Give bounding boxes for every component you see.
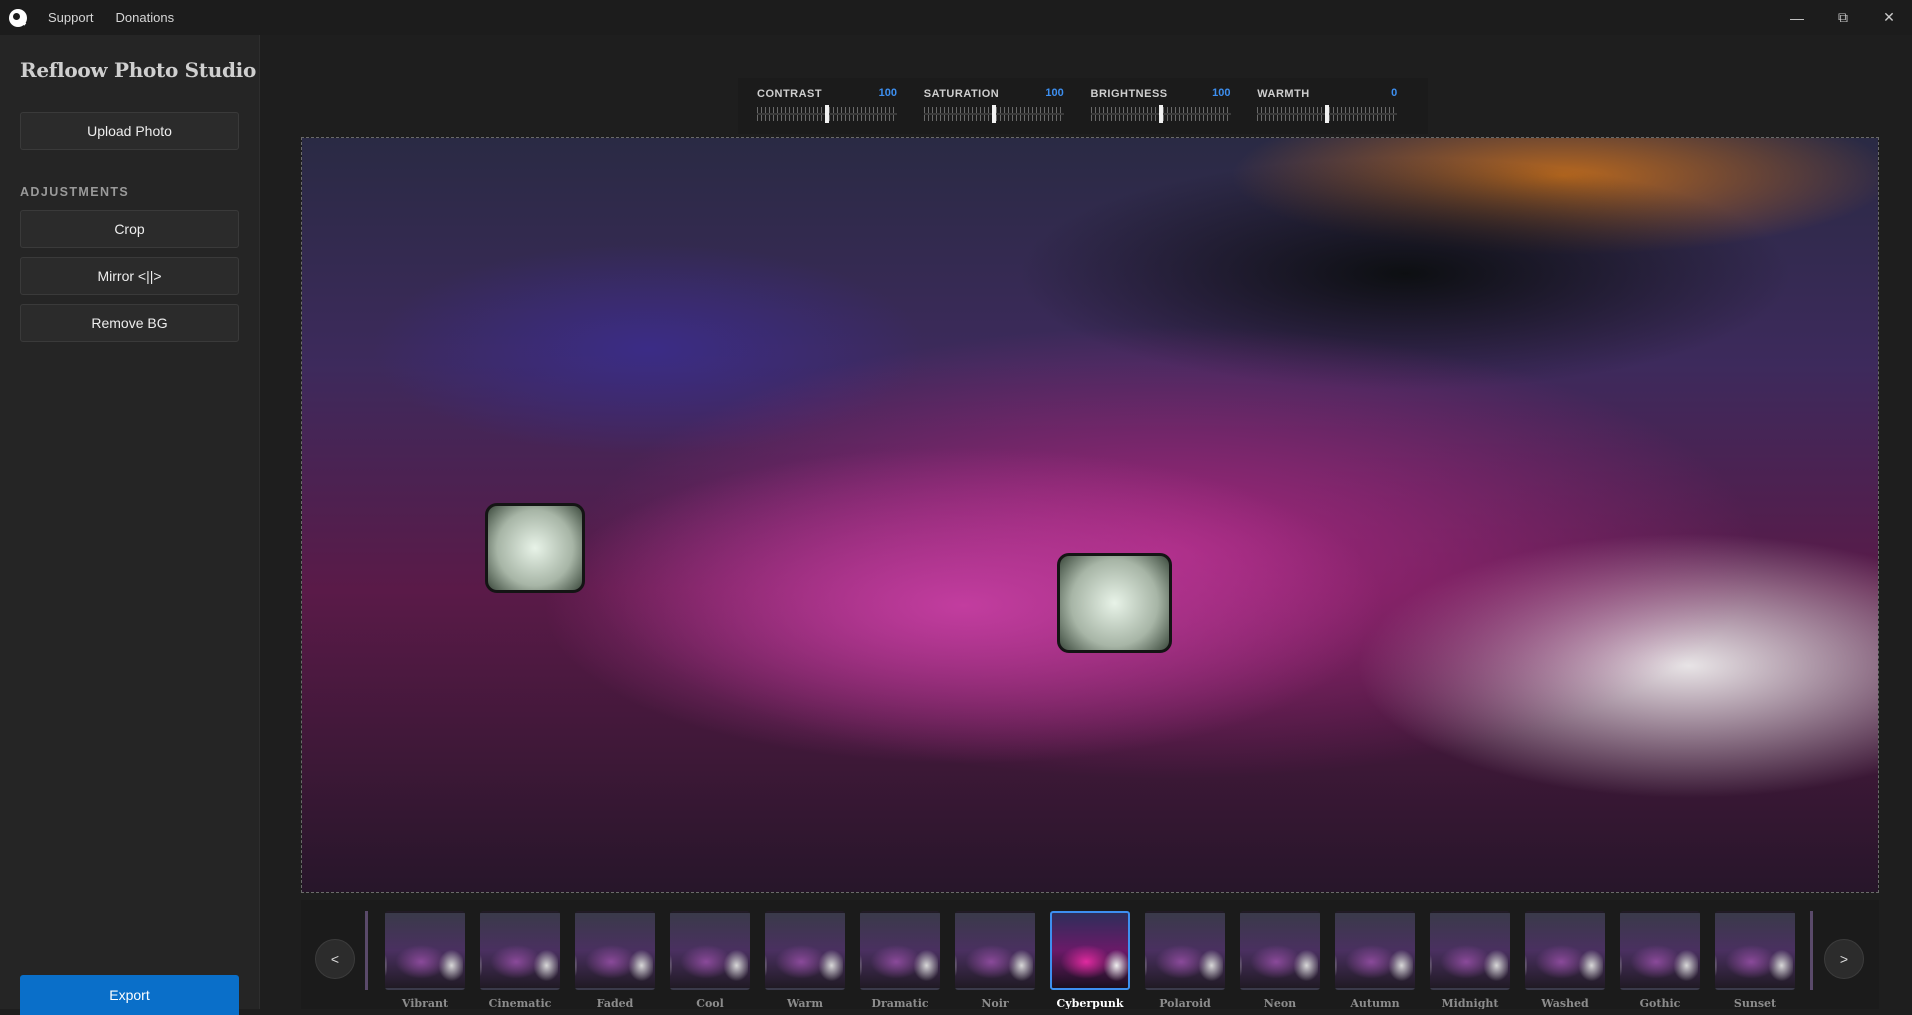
thumb-edge-right [1810,911,1813,990]
filter-label: Cyberpunk [1056,997,1124,1009]
warmth-slider[interactable]: WARMTH 0 [1257,78,1424,134]
filter-thumbnail-image [1715,911,1795,990]
filter-thumbnail-image [1240,911,1320,990]
minimize-icon[interactable]: — [1774,0,1820,35]
filter-label: Gothic [1639,997,1681,1009]
filter-thumbnail-image [1430,911,1510,990]
filter-thumbnail-image [1525,911,1605,990]
slider-value: 100 [1045,87,1064,99]
filter-warm[interactable]: Warm [765,911,845,1009]
filter-cinematic[interactable]: Cinematic [480,911,560,1009]
filter-faded[interactable]: Faded [575,911,655,1009]
filter-label: Dramatic [871,997,929,1009]
remove-bg-button[interactable]: Remove BG [20,304,239,342]
photo-preview [302,138,1878,892]
slider-value: 0 [1391,87,1398,99]
crop-button[interactable]: Crop [20,210,239,248]
contrast-slider[interactable]: CONTRAST 100 [757,78,924,134]
slider-label: SATURATION [923,88,1000,100]
filter-label: Washed [1541,997,1589,1009]
close-icon[interactable]: ✕ [1866,0,1912,35]
filter-label: Neon [1263,997,1297,1009]
filter-thumbnail-image [575,911,655,990]
filter-label: Cinematic [488,997,552,1009]
filter-label: Polaroid [1159,997,1211,1009]
headlight-left [485,503,585,593]
filter-label: Cool [696,997,724,1009]
filter-cool[interactable]: Cool [670,911,750,1009]
slider-label: WARMTH [1257,88,1310,100]
filter-thumbnail-image [480,911,560,990]
prev-filters-button[interactable]: < [315,939,355,979]
filter-label: Faded [596,997,634,1009]
slider-value: 100 [1212,87,1231,99]
export-button[interactable]: Export [20,975,239,1015]
filter-label: Vibrant [401,997,449,1009]
menu-support[interactable]: Support [48,10,94,25]
upload-photo-button[interactable]: Upload Photo [20,112,239,150]
filter-thumbnail-image [1145,911,1225,990]
filter-gothic[interactable]: Gothic [1620,911,1700,1009]
filter-midnight[interactable]: Midnight [1430,911,1510,1009]
slider-label: BRIGHTNESS [1090,88,1168,100]
filter-sunset[interactable]: Sunset [1715,911,1795,1009]
filter-thumbnails: Vibrant Cinematic Faded Cool Warm Dramatic Noi… [365,911,1815,1009]
title-bar: Support Donations — ⧉ ✕ [0,0,1912,35]
filter-autumn[interactable]: Autumn [1335,911,1415,1009]
slider-thumb[interactable] [1325,105,1330,123]
slider-label: CONTRAST [757,88,823,100]
menu-donations[interactable]: Donations [116,10,175,25]
adjustment-bar: CONTRAST 100 SATURATION 100 BRIGHTNESS 1… [738,78,1428,134]
slider-value: 100 [878,87,897,99]
maximize-icon[interactable]: ⧉ [1820,0,1866,35]
filter-thumbnail-image [955,911,1035,990]
filter-neon[interactable]: Neon [1240,911,1320,1009]
filter-thumbnail-image [670,911,750,990]
window-controls: — ⧉ ✕ [1774,0,1912,35]
adjustments-heading: ADJUSTMENTS [20,185,130,199]
filter-cyberpunk[interactable]: Cyberpunk [1050,911,1130,1009]
brightness-slider[interactable]: BRIGHTNESS 100 [1090,78,1258,134]
slider-thumb[interactable] [825,105,829,123]
next-filters-button[interactable]: > [1824,939,1864,979]
filter-label: Noir [981,997,1009,1009]
photo-canvas[interactable] [301,137,1879,893]
filter-thumbnail-image [385,911,465,990]
filter-polaroid[interactable]: Polaroid [1145,911,1225,1009]
slider-thumb[interactable] [1158,105,1163,123]
filter-thumbnail-image [1620,911,1700,990]
app-logo-icon [9,8,27,27]
filter-label: Sunset [1733,997,1777,1009]
filter-strip: < Vibrant Cinematic Faded Cool Warm Dramatic N… [301,900,1879,1009]
filter-label: Midnight [1441,997,1499,1009]
headlight-right [1057,553,1172,653]
filter-label: Warm [787,997,823,1009]
thumb-edge-left [365,911,368,990]
slider-thumb[interactable] [991,105,996,123]
filter-washed[interactable]: Washed [1525,911,1605,1009]
filter-thumbnail-image [765,911,845,990]
filter-thumbnail-image [1335,911,1415,990]
app-title: Refloow Photo Studio [20,58,257,82]
filter-label: Autumn [1350,997,1400,1009]
filter-thumbnail-image [860,911,940,990]
filter-vibrant[interactable]: Vibrant [385,911,465,1009]
saturation-slider[interactable]: SATURATION 100 [923,78,1091,134]
sidebar: Refloow Photo Studio Upload Photo ADJUST… [0,35,260,1015]
filter-thumbnail-image [1050,911,1130,990]
filter-noir[interactable]: Noir [955,911,1035,1009]
filter-dramatic[interactable]: Dramatic [860,911,940,1009]
mirror-button[interactable]: Mirror <||> [20,257,239,295]
